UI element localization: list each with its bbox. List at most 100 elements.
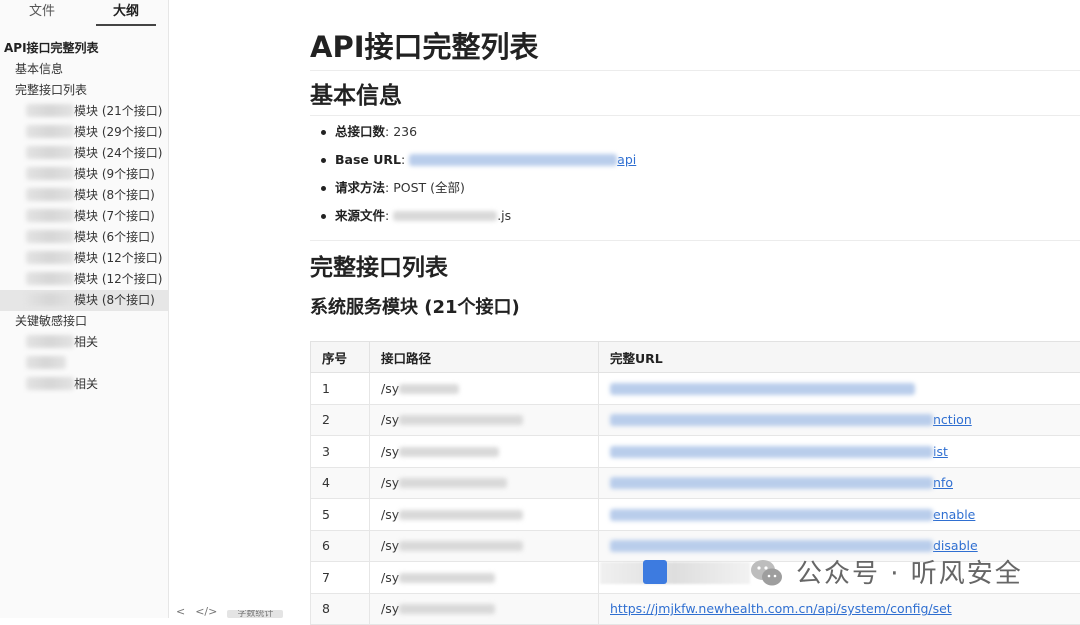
cell-num: 3 xyxy=(311,436,370,468)
sidebar-tabs: 文件 大纲 xyxy=(0,0,168,28)
outline-item-module[interactable]: 模块 (12个接口) xyxy=(0,248,168,269)
redacted-text xyxy=(399,478,507,488)
tab-files[interactable]: 文件 xyxy=(0,0,84,28)
cell-num: 4 xyxy=(311,467,370,499)
outline-tree: API接口完整列表 基本信息 完整接口列表 模块 (21个接口) 模块 (29个… xyxy=(0,38,168,395)
table-row: 5 /sy enable xyxy=(311,499,1080,531)
table-header-row: 序号 接口路径 完整URL xyxy=(311,342,1080,373)
blurred-toolbar xyxy=(600,562,750,584)
redacted-text xyxy=(26,272,74,285)
cell-path: /sy xyxy=(370,562,599,594)
redacted-text xyxy=(26,377,74,390)
redacted-text xyxy=(26,230,74,243)
column-header-path[interactable]: 接口路径 xyxy=(370,342,599,373)
redacted-text xyxy=(26,125,74,138)
outline-item-module-active[interactable]: 模块 (8个接口) xyxy=(0,290,168,311)
redacted-link xyxy=(610,509,933,521)
list-item-source: 来源文件: .js xyxy=(310,202,1080,230)
cell-num: 5 xyxy=(311,499,370,531)
outline-item-sensitive[interactable]: 关键敏感接口 xyxy=(0,311,168,332)
cell-num: 2 xyxy=(311,404,370,436)
cell-num: 8 xyxy=(311,593,370,625)
table-row: 8 /sy https://jmjkfw.newhealth.com.cn/ap… xyxy=(311,593,1080,625)
outline-item-sensitive-child[interactable] xyxy=(0,353,168,374)
redacted-text xyxy=(26,356,66,369)
section-heading-full-list: 完整接口列表 xyxy=(310,253,1080,283)
redacted-text xyxy=(399,541,523,551)
outline-item-sensitive-child[interactable]: 相关 xyxy=(0,374,168,395)
cell-path: /sy xyxy=(370,467,599,499)
outline-item-module[interactable]: 模块 (7个接口) xyxy=(0,206,168,227)
outline-item-module[interactable]: 模块 (29个接口) xyxy=(0,122,168,143)
cell-url[interactable] xyxy=(599,373,1080,405)
table-row: 2 /sy nction xyxy=(311,404,1080,436)
list-item-base-url: Base URL: api xyxy=(310,146,1080,174)
table-row: 4 /sy nfo xyxy=(311,467,1080,499)
column-header-url[interactable]: 完整URL xyxy=(599,342,1080,373)
cell-path: /sy xyxy=(370,373,599,405)
cell-path: /sy xyxy=(370,499,599,531)
list-item-total: 总接口数: 236 xyxy=(310,118,1080,146)
outline-item-module[interactable]: 模块 (8个接口) xyxy=(0,185,168,206)
redacted-link xyxy=(610,414,933,426)
watermark: 公众号 · 听风安全 xyxy=(600,556,1080,592)
module-heading: 系统服务模块 (21个接口) xyxy=(310,295,1080,321)
redacted-text xyxy=(26,293,74,306)
redacted-link xyxy=(610,540,933,552)
redacted-link xyxy=(610,477,933,489)
table-row: 3 /sy ist xyxy=(311,436,1080,468)
section-heading-basic: 基本信息 xyxy=(310,81,1080,111)
section-divider xyxy=(310,115,1080,116)
redacted-text xyxy=(26,146,74,159)
outline-item-module[interactable]: 模块 (24个接口) xyxy=(0,143,168,164)
word-count-button[interactable]: 字数统计 xyxy=(227,610,283,618)
source-code-icon[interactable]: </> xyxy=(195,605,217,618)
cell-num: 6 xyxy=(311,530,370,562)
table-row: 1 /sy xyxy=(311,373,1080,405)
redacted-text xyxy=(393,211,497,221)
cell-num: 7 xyxy=(311,562,370,594)
cell-num: 1 xyxy=(311,373,370,405)
cell-url[interactable]: https://jmjkfw.newhealth.com.cn/api/syst… xyxy=(599,593,1080,625)
back-icon[interactable]: < xyxy=(176,605,185,618)
redacted-text xyxy=(399,384,459,394)
outline-item-module[interactable]: 模块 (6个接口) xyxy=(0,227,168,248)
redacted-text xyxy=(26,335,74,348)
redacted-link xyxy=(409,154,617,166)
sidebar: 文件 大纲 API接口完整列表 基本信息 完整接口列表 模块 (21个接口) 模… xyxy=(0,0,169,618)
blurred-app-icon xyxy=(643,560,667,584)
outline-item-title[interactable]: API接口完整列表 xyxy=(0,38,168,59)
redacted-text xyxy=(26,167,74,180)
redacted-link xyxy=(610,383,915,395)
tab-outline[interactable]: 大纲 xyxy=(84,0,168,28)
column-header-num[interactable]: 序号 xyxy=(311,342,370,373)
base-url-link[interactable]: api xyxy=(617,152,636,167)
outline-item-full-list[interactable]: 完整接口列表 xyxy=(0,80,168,101)
page-title: API接口完整列表 xyxy=(310,30,1080,64)
cell-path: /sy xyxy=(370,436,599,468)
redacted-text xyxy=(399,447,499,457)
cell-path: /sy xyxy=(370,593,599,625)
cell-url[interactable]: enable xyxy=(599,499,1080,531)
cell-path: /sy xyxy=(370,530,599,562)
bottom-status-bar: < </> 字数统计 xyxy=(176,605,283,618)
redacted-text xyxy=(26,104,74,117)
outline-item-module[interactable]: 模块 (9个接口) xyxy=(0,164,168,185)
outline-item-module[interactable]: 模块 (12个接口) xyxy=(0,269,168,290)
watermark-text: 公众号 · 听风安全 xyxy=(796,558,1023,590)
cell-path: /sy xyxy=(370,404,599,436)
section-divider xyxy=(310,240,1080,241)
cell-url[interactable]: ist xyxy=(599,436,1080,468)
redacted-text xyxy=(26,251,74,264)
redacted-text xyxy=(399,573,495,583)
outline-item-basic-info[interactable]: 基本信息 xyxy=(0,59,168,80)
list-item-method: 请求方法: POST (全部) xyxy=(310,174,1080,202)
wechat-icon xyxy=(750,558,784,588)
outline-item-sensitive-child[interactable]: 相关 xyxy=(0,332,168,353)
document-content: API接口完整列表 基本信息 总接口数: 236 Base URL: api 请… xyxy=(310,0,1080,625)
outline-item-module[interactable]: 模块 (21个接口) xyxy=(0,101,168,122)
cell-url[interactable]: nfo xyxy=(599,467,1080,499)
cell-url[interactable]: nction xyxy=(599,404,1080,436)
redacted-text xyxy=(399,604,495,614)
redacted-text xyxy=(26,188,74,201)
